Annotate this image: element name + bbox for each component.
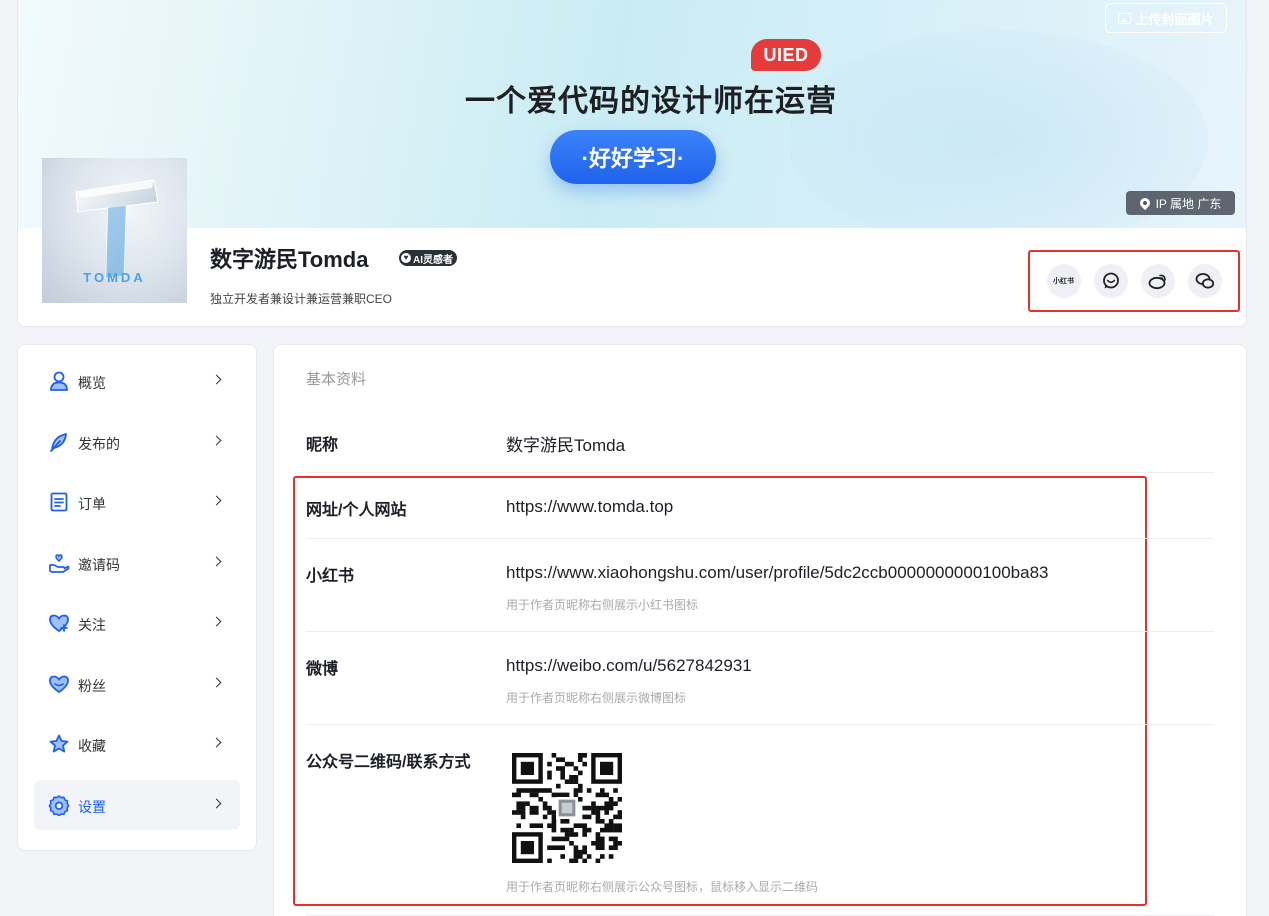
order-icon	[50, 492, 68, 512]
ai-badge-text: AI灵感者	[413, 254, 453, 266]
user-bio: 独立开发者兼设计兼运营兼职CEO	[210, 292, 393, 306]
chevron-right-icon	[211, 435, 222, 445]
sidebar-item-invite-code[interactable]: 邀请码	[34, 538, 240, 588]
profile-header-card: 上传封面图片 UIED 一个爱代码的设计师在运营 ·好好学习· IP 属地 广东…	[17, 0, 1247, 327]
sidebar-nav: 概览 发布的 订单 邀请码 关注 粉丝 收藏 设置	[17, 344, 257, 851]
chevron-right-icon	[211, 495, 222, 506]
row-divider	[306, 631, 1214, 632]
weibo-value[interactable]: https://weibo.com/u/5627842931	[506, 656, 752, 676]
banner-title: 一个爱代码的设计师在运营	[465, 85, 837, 118]
row-divider	[306, 472, 1214, 473]
sidebar-item-label: 收藏	[78, 738, 106, 754]
sidebar-item-label: 设置	[78, 798, 106, 815]
xiaohongshu-hint: 用于作者页昵称右侧展示小红书图标	[506, 598, 699, 612]
image-icon	[1118, 12, 1132, 24]
invite-icon	[49, 553, 70, 573]
xiaohongshu-text: 小红书	[1053, 278, 1074, 285]
sidebar-item-label: 发布的	[78, 435, 120, 452]
row-divider	[306, 538, 1214, 539]
weibo-label: 微博	[306, 661, 339, 678]
sidebar-item-orders[interactable]: 订单	[34, 477, 240, 527]
chevron-right-icon	[211, 556, 222, 566]
upload-cover-button[interactable]: 上传封面图片	[1105, 3, 1227, 33]
chevron-right-icon	[211, 374, 222, 385]
chevron-right-icon	[211, 616, 222, 627]
website-label: 网址/个人网站	[306, 502, 407, 519]
location-pin-icon	[1137, 195, 1152, 211]
banner-uied-badge: UIED	[751, 39, 821, 71]
upload-cover-label: 上传封面图片	[1135, 11, 1214, 27]
chevron-right-icon	[211, 737, 222, 748]
sidebar-item-fans[interactable]: 粉丝	[34, 659, 240, 709]
weibo-icon[interactable]	[1140, 264, 1175, 298]
feather-icon	[50, 432, 67, 452]
ai-creator-badge: ♥ AI灵感者	[399, 250, 457, 266]
qrcode-hint: 用于作者页昵称右侧展示公众号图标，鼠标移入显示二维码	[506, 880, 819, 894]
gear-icon	[48, 794, 70, 816]
ip-location-badge: IP 属地 广东	[1126, 191, 1235, 215]
section-title: 基本资料	[306, 371, 367, 388]
qrcode-image[interactable]	[512, 753, 622, 863]
sidebar-item-label: 关注	[78, 617, 106, 633]
row-divider	[306, 724, 1214, 725]
xiaohongshu-label: 小红书	[306, 568, 355, 585]
xiaohongshu-icon[interactable]: 小红书	[1046, 264, 1081, 298]
sidebar-item-label: 粉丝	[78, 677, 106, 694]
heart-icon: ♥	[401, 253, 411, 263]
sidebar-item-label: 概览	[78, 375, 106, 391]
user-name: 数字游民Tomda	[210, 247, 369, 272]
xiaohongshu-value[interactable]: https://www.xiaohongshu.com/user/profile…	[506, 563, 1048, 583]
sidebar-item-favorites[interactable]: 收藏	[34, 719, 240, 769]
sidebar-item-settings[interactable]: 设置	[34, 779, 240, 830]
chat-bubble-icon	[1102, 272, 1119, 289]
weibo-hint: 用于作者页昵称右侧展示微博图标	[506, 691, 687, 705]
sidebar-item-published[interactable]: 发布的	[34, 417, 240, 467]
sidebar-item-label: 订单	[78, 496, 106, 512]
user-icon	[50, 371, 68, 391]
weibo-logo-icon	[1148, 274, 1166, 290]
nickname-label: 昵称	[306, 437, 339, 454]
chevron-right-icon	[211, 798, 222, 808]
heart-plus-icon	[49, 614, 69, 633]
nickname-value[interactable]: 数字游民Tomda	[506, 431, 625, 456]
heart-fans-icon	[49, 675, 69, 693]
sidebar-item-label: 邀请码	[78, 556, 120, 573]
wechat-icon[interactable]	[1187, 264, 1222, 298]
social-links-group: 小红书	[1028, 250, 1240, 312]
qrcode-label: 公众号二维码/联系方式	[306, 754, 471, 771]
chevron-right-icon	[211, 677, 222, 687]
website-icon[interactable]	[1093, 264, 1128, 298]
profile-settings-panel: 基本资料 昵称 数字游民Tomda 网址/个人网站 https://www.to…	[273, 344, 1247, 916]
sidebar-item-following[interactable]: 关注	[34, 598, 240, 648]
banner-pill: ·好好学习·	[550, 130, 716, 184]
highlight-box	[293, 476, 1147, 906]
avatar-logo-text: TOMDA	[83, 270, 146, 285]
website-value[interactable]: https://www.tomda.top	[506, 497, 673, 517]
ip-location-text: IP 属地 广东	[1155, 196, 1222, 211]
sidebar-item-overview[interactable]: 概览	[34, 356, 240, 406]
avatar[interactable]: TOMDA	[42, 158, 187, 303]
wechat-logo-icon	[1195, 273, 1214, 289]
star-icon	[49, 734, 69, 753]
